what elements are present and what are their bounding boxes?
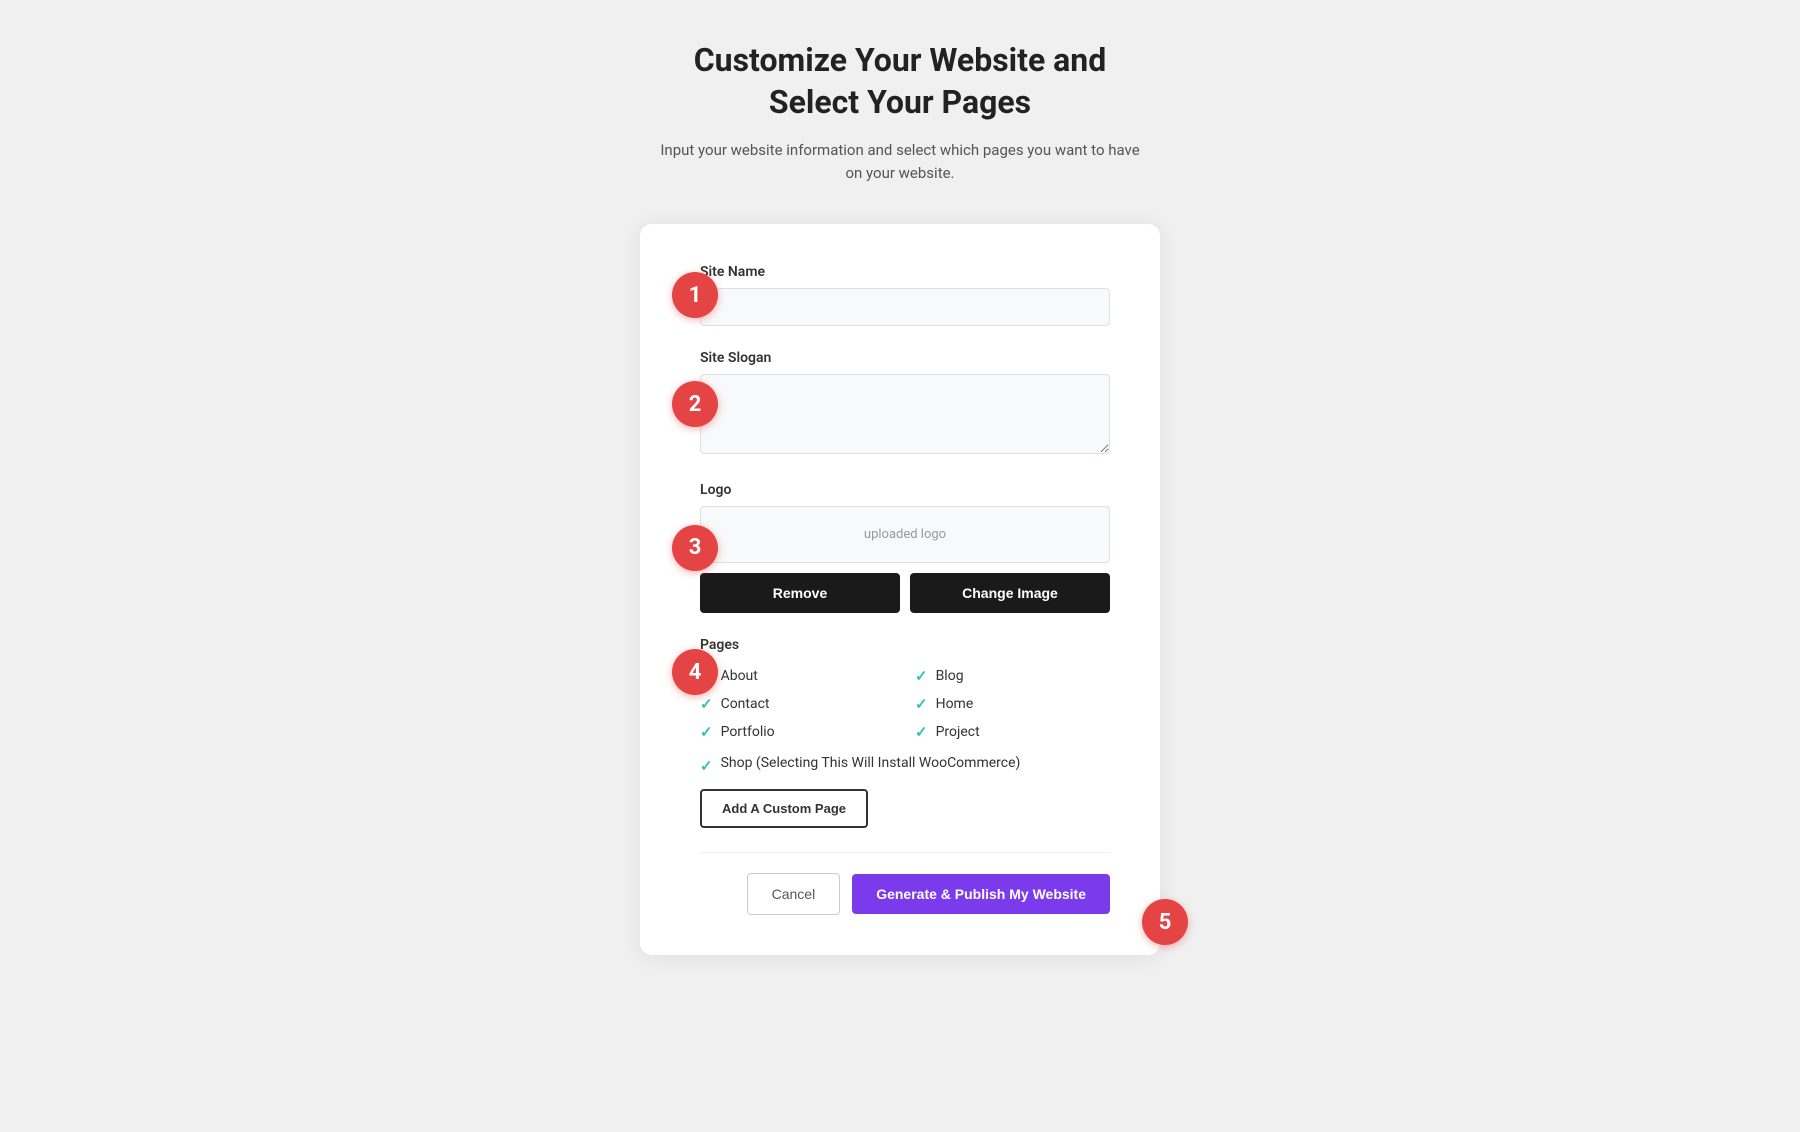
page-title: Customize Your Website andSelect Your Pa… [660, 40, 1139, 123]
logo-preview-text: uploaded logo [864, 527, 946, 542]
pages-grid: ✓ About ✓ Blog ✓ Contact ✓ Home ✓ Portfo… [700, 667, 1110, 741]
check-icon-contact: ✓ [700, 695, 713, 713]
page-label-home: Home [936, 696, 974, 712]
check-icon-project: ✓ [915, 723, 928, 741]
add-custom-page-button[interactable]: Add A Custom Page [700, 789, 868, 828]
page-item-contact[interactable]: ✓ Contact [700, 695, 895, 713]
site-slogan-field: 2 Site Slogan [700, 350, 1110, 458]
step-1-badge: 1 [672, 272, 718, 318]
logo-buttons: Remove Change Image [700, 573, 1110, 613]
check-icon-shop: ✓ [700, 757, 713, 775]
logo-preview: uploaded logo [700, 506, 1110, 563]
change-image-button[interactable]: Change Image [910, 573, 1110, 613]
form-card: 1 Site Name 2 Site Slogan 3 Logo uploade… [640, 224, 1160, 955]
site-name-input[interactable] [700, 288, 1110, 326]
check-icon-home: ✓ [915, 695, 928, 713]
check-icon-portfolio: ✓ [700, 723, 713, 741]
site-name-label: Site Name [700, 264, 1110, 280]
page-item-blog[interactable]: ✓ Blog [915, 667, 1110, 685]
site-slogan-label: Site Slogan [700, 350, 1110, 366]
site-slogan-input[interactable] [700, 374, 1110, 454]
step-5-badge: 5 [1142, 899, 1188, 945]
site-name-field: 1 Site Name [700, 264, 1110, 326]
logo-label: Logo [700, 482, 1110, 498]
page-label-portfolio: Portfolio [721, 724, 775, 740]
cancel-button[interactable]: Cancel [747, 873, 841, 915]
page-item-portfolio[interactable]: ✓ Portfolio [700, 723, 895, 741]
page-item-project[interactable]: ✓ Project [915, 723, 1110, 741]
page-subtitle: Input your website information and selec… [660, 139, 1139, 184]
page-label-project: Project [936, 724, 980, 740]
remove-button[interactable]: Remove [700, 573, 900, 613]
logo-field: 3 Logo uploaded logo Remove Change Image [700, 482, 1110, 613]
form-actions: Cancel Generate & Publish My Website 5 [700, 852, 1110, 915]
page-item-about[interactable]: ✓ About [700, 667, 895, 685]
step-2-badge: 2 [672, 381, 718, 427]
page-label-shop: Shop (Selecting This Will Install WooCom… [721, 755, 1021, 771]
page-item-shop[interactable]: ✓ Shop (Selecting This Will Install WooC… [700, 755, 1110, 775]
step-4-badge: 4 [672, 649, 718, 695]
pages-label: Pages [700, 637, 1110, 653]
page-item-home[interactable]: ✓ Home [915, 695, 1110, 713]
generate-publish-button[interactable]: Generate & Publish My Website [852, 874, 1110, 914]
page-label-contact: Contact [721, 696, 770, 712]
page-label-about: About [721, 668, 758, 684]
step-3-badge: 3 [672, 525, 718, 571]
check-icon-blog: ✓ [915, 667, 928, 685]
page-label-blog: Blog [936, 668, 964, 684]
page-header: Customize Your Website andSelect Your Pa… [660, 40, 1139, 184]
pages-section: 4 Pages ✓ About ✓ Blog ✓ Contact ✓ Home [700, 637, 1110, 828]
